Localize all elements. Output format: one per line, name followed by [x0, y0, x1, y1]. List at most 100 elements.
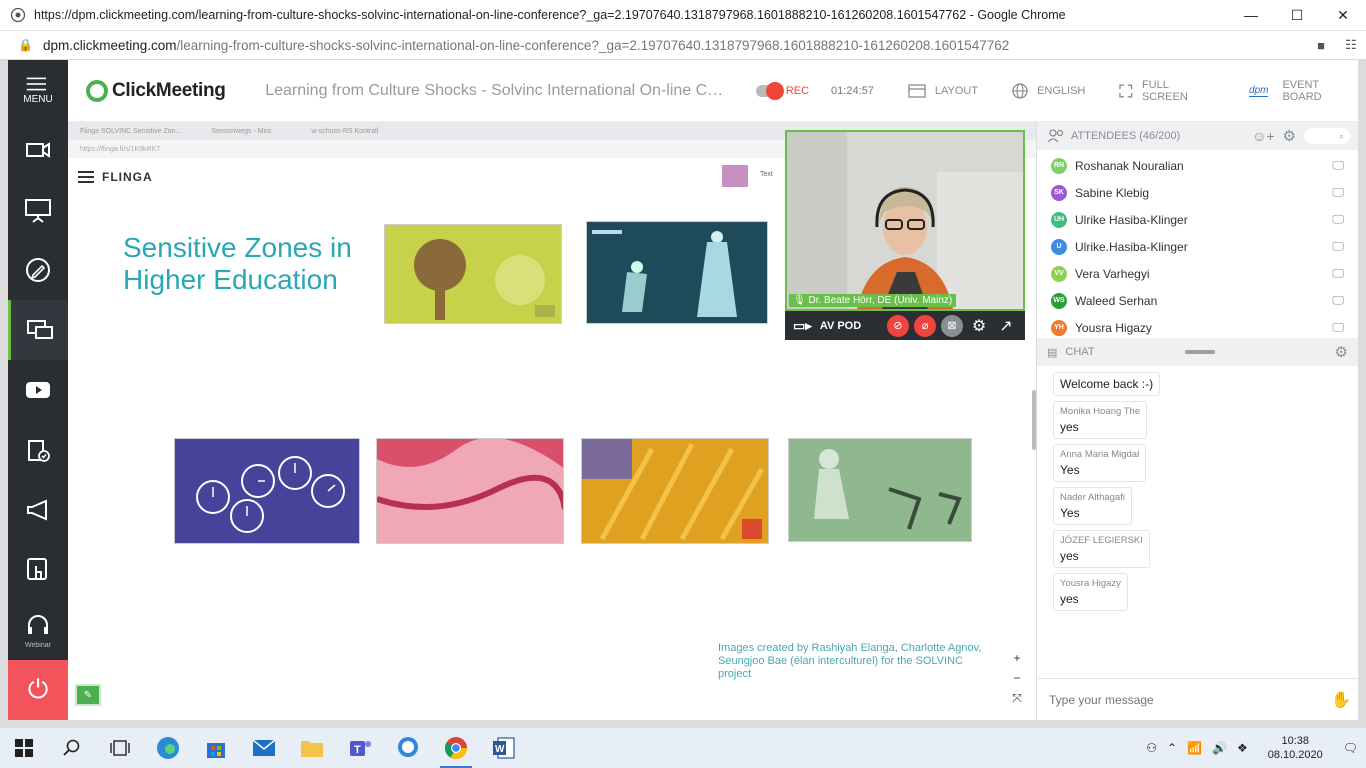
explorer-app[interactable] — [288, 728, 336, 768]
nav-camera[interactable] — [8, 120, 68, 180]
camera-off-button[interactable]: ⊘ — [887, 314, 909, 337]
headset-icon — [28, 614, 48, 634]
nav-screen-sharing[interactable] — [8, 300, 68, 360]
rec-switch[interactable] — [755, 81, 784, 100]
left-nav: MENU Webinar ⏻ — [8, 60, 68, 720]
zoom-out-button[interactable]: − — [1010, 668, 1024, 688]
screen-share-icon — [26, 320, 53, 339]
notifications-icon[interactable]: 🗨 — [1343, 741, 1358, 755]
close-window-button[interactable]: ✕ — [1320, 0, 1366, 31]
wifi-icon[interactable]: 📶 — [1187, 741, 1202, 755]
image-dancers — [586, 221, 768, 324]
maximize-button[interactable]: ☐ — [1274, 0, 1320, 31]
attendee-row[interactable]: RN Roshanak Nouralian 🖵 — [1037, 152, 1358, 179]
attendee-name: Ulrike Hasiba-Klinger — [1075, 212, 1188, 227]
language-button[interactable]: ENGLISH — [1012, 82, 1085, 99]
mic-off-button[interactable]: ⌀ — [914, 314, 936, 337]
search-taskbar-button[interactable] — [48, 728, 96, 768]
zoom-controls: + − ⤧ — [1010, 648, 1024, 708]
browser-titlebar: https://dpm.clickmeeting.com/learning-fr… — [0, 0, 1366, 31]
zoom-in-button[interactable]: + — [1010, 648, 1024, 668]
chat-message: Anna Maria Migdał Yes — [1053, 444, 1342, 487]
megaphone-icon — [27, 499, 47, 521]
screen-off-button[interactable]: ⊠ — [941, 314, 963, 337]
task-view-button[interactable] — [96, 728, 144, 768]
avatar: SK — [1051, 184, 1067, 201]
attendee-name: Vera Varhegyi — [1075, 266, 1150, 281]
volume-icon[interactable]: 🔊 — [1212, 741, 1227, 755]
address-bar[interactable]: 🔒 dpm.clickmeeting.com/learning-from-cul… — [0, 31, 1366, 60]
chat-bubble: Welcome back :-) — [1053, 372, 1161, 396]
panel-resize-handle[interactable] — [1184, 350, 1215, 354]
popout-icon: ↗ — [999, 317, 1013, 335]
recording-toggle[interactable]: REC 01:24:57 — [755, 81, 874, 100]
nav-youtube[interactable] — [8, 360, 68, 420]
chat-message-input[interactable] — [1049, 692, 1319, 707]
attendee-name: Roshanak Nouralian — [1075, 158, 1184, 173]
av-pod-label: ▭▸ AV POD — [793, 317, 862, 333]
mail-app[interactable] — [240, 728, 288, 768]
people-icon[interactable]: ⚇ — [1146, 741, 1157, 755]
messenger-app[interactable] — [384, 728, 432, 768]
edge-app[interactable] — [144, 728, 192, 768]
nav-cta[interactable] — [8, 480, 68, 540]
fullscreen-button[interactable]: FULL SCREEN — [1119, 79, 1215, 103]
store-app[interactable] — [192, 728, 240, 768]
attendee-name: Sabine Klebig — [1075, 185, 1150, 200]
chrome-app[interactable] — [432, 728, 480, 768]
raise-hand-icon[interactable]: ✋ — [1331, 690, 1351, 710]
url-text[interactable]: dpm.clickmeeting.com/learning-from-cultu… — [43, 38, 1306, 53]
nav-polls[interactable] — [8, 420, 68, 480]
attendees-header: ATTENDEES (46/200) ☺+ ⚙ ⌕ — [1037, 122, 1358, 150]
attendee-row[interactable]: VV Vera Varhegyi 🖵 — [1037, 260, 1358, 287]
chat-settings-icon[interactable]: ⚙ — [1335, 343, 1348, 361]
dropbox-icon[interactable]: ❖ — [1237, 741, 1248, 755]
mic-off-icon: ⌀ — [921, 320, 929, 332]
edit-pencil-button[interactable]: ✎ — [75, 684, 101, 706]
attendee-search-input[interactable]: ⌕ — [1304, 128, 1350, 144]
chrome-icon — [445, 737, 467, 759]
menu-button[interactable]: MENU — [8, 60, 68, 120]
nav-interactions[interactable] — [8, 540, 68, 600]
presenter-video[interactable]: 🎙 Dr. Beate Hörr, DE (Univ. Mainz) — [785, 130, 1025, 311]
nav-webinar[interactable]: Webinar — [8, 600, 68, 660]
translate-icon[interactable]: ☷ — [1336, 37, 1366, 53]
camera-icon[interactable]: ■ — [1306, 38, 1336, 53]
nav-presentation[interactable] — [8, 180, 68, 240]
fullscreen-icon — [1119, 84, 1133, 97]
layout-button[interactable]: LAYOUT — [908, 83, 978, 98]
event-board-button[interactable]: dpm EVENT BOARD — [1249, 79, 1358, 103]
pod-popout-button[interactable]: ↗ — [995, 315, 1017, 337]
store-icon — [207, 743, 225, 758]
minimize-button[interactable]: — — [1228, 0, 1274, 31]
image-clocks — [174, 438, 360, 544]
attendee-row[interactable]: YH Yousra Higazy 🖵 — [1037, 314, 1358, 336]
avatar: U — [1051, 238, 1067, 255]
clock[interactable]: 10:38 08.10.2020 — [1268, 734, 1323, 762]
pod-settings-button[interactable]: ⚙ — [968, 315, 990, 337]
add-attendee-icon[interactable]: ☺+ — [1252, 128, 1274, 144]
teams-app[interactable]: T — [336, 728, 384, 768]
lock-icon[interactable]: 🔒 — [18, 38, 33, 52]
desktop-device-icon: 🖵 — [1332, 293, 1344, 307]
start-button[interactable] — [0, 728, 48, 768]
avatar: RN — [1051, 157, 1067, 174]
chat-input-area: ✋ — [1037, 678, 1359, 720]
attendee-row[interactable]: SK Sabine Klebig 🖵 — [1037, 179, 1358, 206]
attendees-icon — [1047, 129, 1064, 143]
word-app[interactable]: W — [480, 728, 528, 768]
attendee-row[interactable]: UH Ulrike Hasiba-Klinger 🖵 — [1037, 206, 1358, 233]
nav-whiteboard[interactable] — [8, 240, 68, 300]
attendees-settings-icon[interactable]: ⚙ — [1283, 127, 1296, 145]
exit-button[interactable]: ⏻ — [8, 660, 68, 720]
attendee-row[interactable]: WS Waleed Serhan 🖵 — [1037, 287, 1358, 314]
attendee-row[interactable]: U Ulrike.Hasiba-Klinger 🖵 — [1037, 233, 1358, 260]
mic-icon: 🎙 — [793, 295, 809, 306]
chevron-up-icon[interactable]: ⌃ — [1167, 741, 1177, 755]
flinga-header: FLINGA — [78, 168, 153, 186]
chat-messages: Welcome back :-) Monika Hoang The yes Anna … — [1037, 366, 1358, 662]
window-title: https://dpm.clickmeeting.com/learning-fr… — [34, 8, 1066, 22]
fit-button[interactable]: ⤧ — [1010, 688, 1024, 708]
chat-text: yes — [1060, 420, 1079, 434]
desktop-device-icon: 🖵 — [1332, 320, 1344, 334]
